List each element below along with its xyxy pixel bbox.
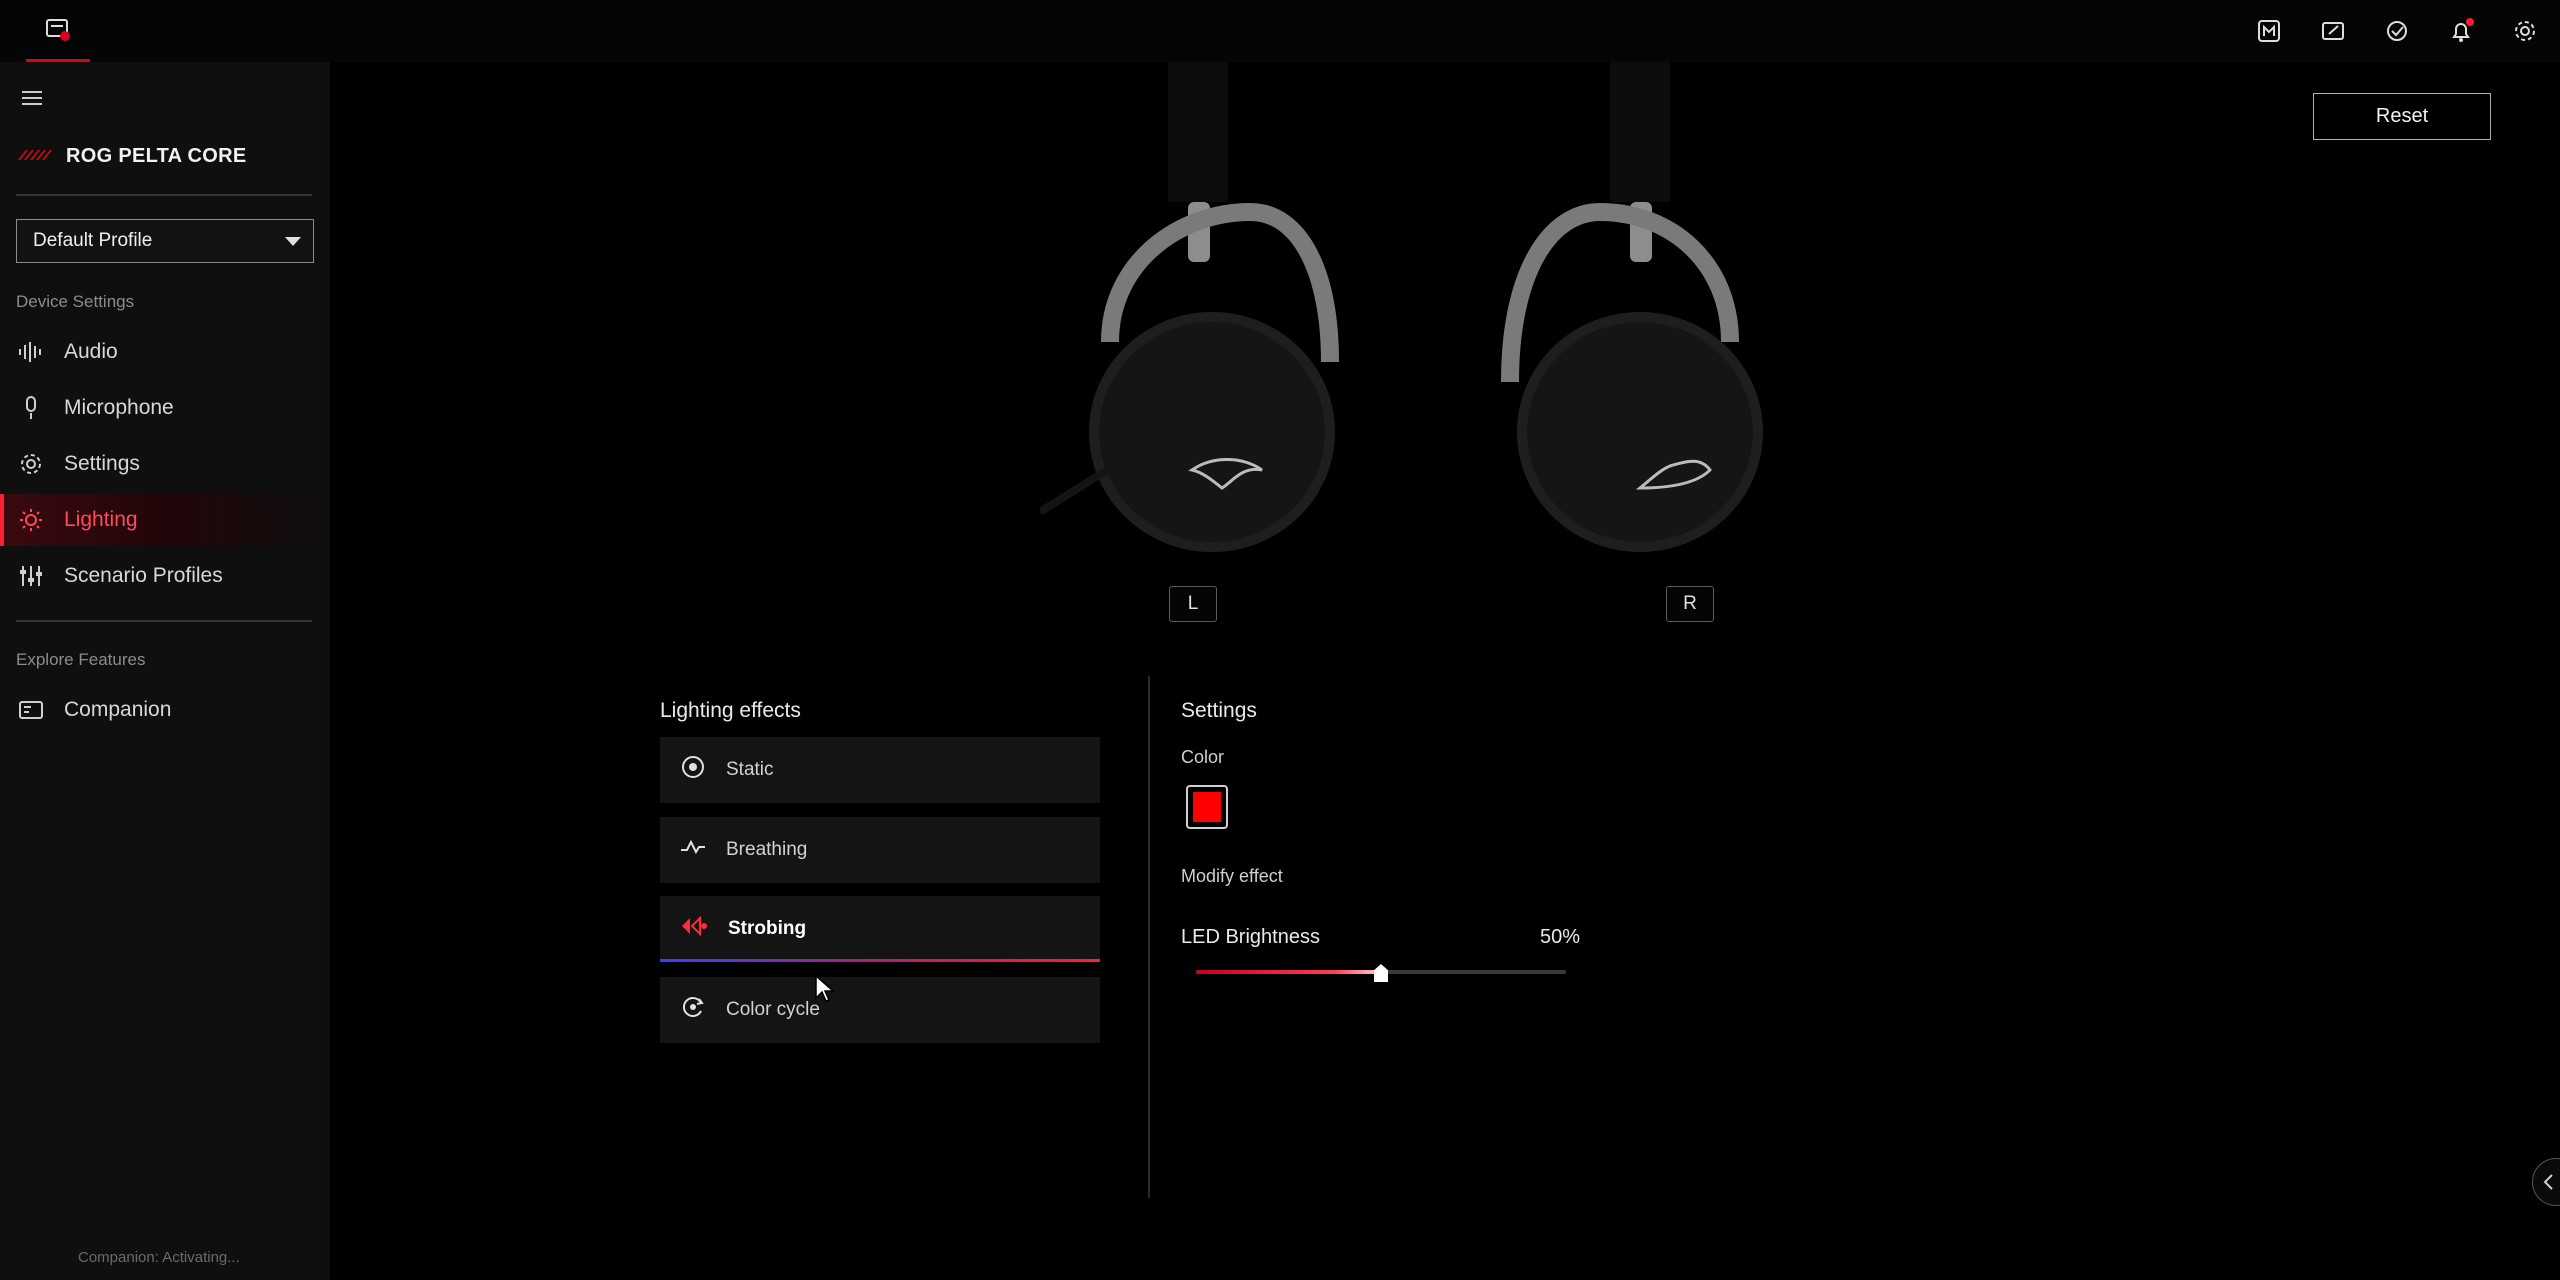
audio-waveform-icon <box>18 339 44 365</box>
app-home-icon[interactable] <box>26 0 90 62</box>
sidebar-item-scenario-profiles[interactable]: Scenario Profiles <box>0 550 330 602</box>
effect-label: Static <box>726 759 774 780</box>
reset-button[interactable]: Reset <box>2313 93 2491 140</box>
divider <box>16 620 312 622</box>
profile-dropdown[interactable]: Default Profile <box>16 219 314 263</box>
notification-dot <box>2466 18 2474 26</box>
microphone-icon <box>18 395 44 421</box>
mouse-cursor-icon <box>815 974 835 1002</box>
sidebar-item-label: Scenario Profiles <box>64 564 223 587</box>
headset-right-earcup-image <box>1501 62 1763 552</box>
companion-icon <box>18 697 44 723</box>
effect-strobing[interactable]: Strobing <box>660 896 1100 962</box>
lighting-effects-title: Lighting effects <box>660 699 801 722</box>
effect-breathing[interactable]: Breathing <box>660 817 1100 883</box>
macro-icon[interactable] <box>2254 16 2284 46</box>
left-side-tag[interactable]: L <box>1169 586 1217 622</box>
panel-divider <box>1148 676 1150 1198</box>
notification-bell-icon[interactable] <box>2446 16 2476 46</box>
device-header: ROG PELTA CORE <box>16 144 247 169</box>
effect-color-cycle[interactable]: Color cycle <box>660 977 1100 1043</box>
sidebar-item-lighting[interactable]: Lighting <box>0 494 330 546</box>
color-cycle-icon <box>680 994 706 1026</box>
static-target-icon <box>680 754 706 786</box>
color-label: Color <box>1181 747 1225 767</box>
brightness-slider-thumb[interactable] <box>1374 964 1388 982</box>
screen-edit-icon[interactable] <box>2318 16 2348 46</box>
settings-gear-icon[interactable] <box>2510 16 2540 46</box>
collapse-panel-button[interactable] <box>2532 1158 2560 1206</box>
effect-label: Color cycle <box>726 999 820 1020</box>
sidebar-item-settings[interactable]: Settings <box>0 438 330 490</box>
sidebar-item-companion[interactable]: Companion <box>0 684 330 736</box>
sidebar-item-label: Audio <box>64 340 118 363</box>
lighting-sun-icon <box>18 507 44 533</box>
device-name: ROG PELTA CORE <box>66 145 247 167</box>
sidebar-item-label: Settings <box>64 452 140 475</box>
explore-features-heading: Explore Features <box>16 650 146 669</box>
hamburger-menu-icon[interactable] <box>20 86 44 110</box>
headset-left-earcup-image <box>1040 62 1339 552</box>
sidebar-item-label: Lighting <box>64 508 138 531</box>
chevron-down-icon <box>285 237 301 246</box>
right-side-tag[interactable]: R <box>1666 586 1714 622</box>
brightness-slider[interactable] <box>1196 964 1566 982</box>
effect-label: Breathing <box>726 839 808 860</box>
top-bar <box>0 0 2560 62</box>
divider <box>16 194 312 196</box>
led-brightness-value: 50% <box>1540 926 1581 948</box>
modify-effect-label: Modify effect <box>1181 866 1283 886</box>
breathing-wave-icon <box>680 834 706 866</box>
sidebar: ROG PELTA CORE Default Profile Device Se… <box>0 62 330 1280</box>
active-effect-underline <box>660 959 1100 962</box>
gear-icon <box>18 451 44 477</box>
device-settings-heading: Device Settings <box>16 292 135 311</box>
sidebar-item-label: Companion <box>64 698 172 721</box>
sidebar-item-label: Microphone <box>64 396 174 419</box>
effect-static[interactable]: Static <box>660 737 1100 803</box>
led-brightness-label: LED Brightness <box>1181 926 1320 948</box>
color-swatch-fill <box>1193 792 1221 822</box>
sync-icon[interactable] <box>2382 16 2412 46</box>
sidebar-item-microphone[interactable]: Microphone <box>0 382 330 434</box>
rog-logo-icon <box>16 144 56 169</box>
color-swatch[interactable] <box>1186 785 1228 829</box>
sliders-icon <box>18 563 44 589</box>
effect-label: Strobing <box>728 918 807 939</box>
brightness-slider-fill <box>1196 970 1381 974</box>
settings-title: Settings <box>1181 699 1257 722</box>
sidebar-item-audio[interactable]: Audio <box>0 326 330 378</box>
companion-status: Companion: Activating... <box>78 1249 240 1266</box>
profile-value: Default Profile <box>33 230 153 251</box>
strobing-icon <box>680 913 708 945</box>
